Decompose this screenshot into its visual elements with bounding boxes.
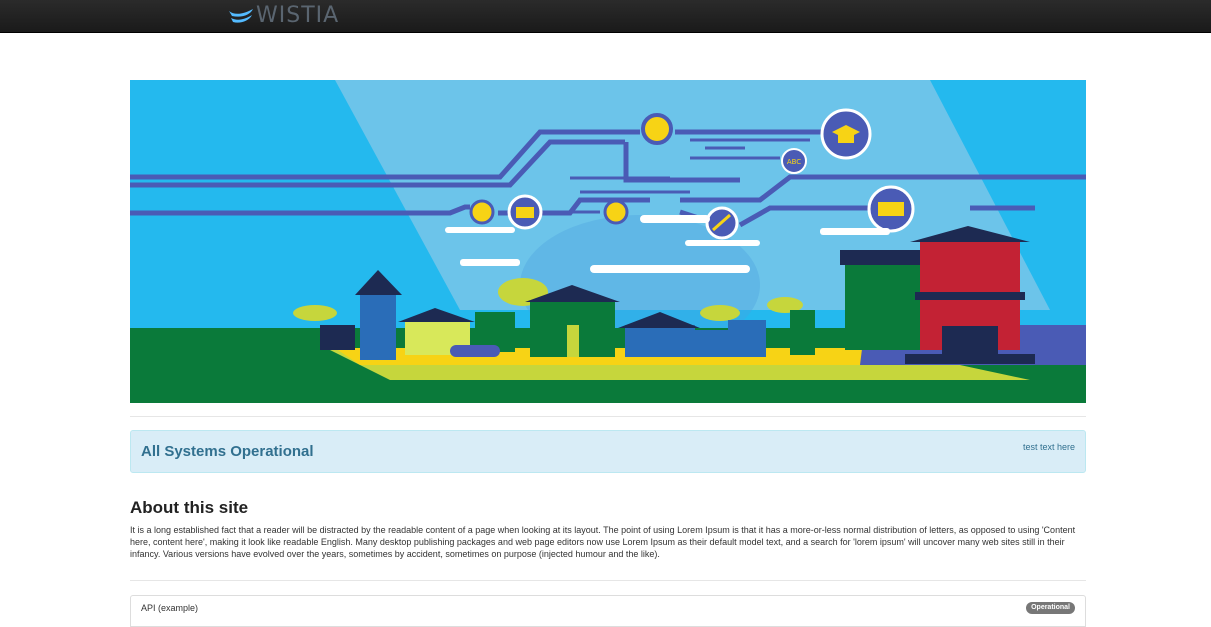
hero-illustration: ABC: [130, 80, 1086, 403]
calculator-icon: [603, 199, 629, 225]
component-name: API (example): [141, 603, 199, 613]
logo-text: WISTIA: [256, 3, 340, 28]
about-body: It is a long established fact that a rea…: [130, 525, 1076, 559]
top-navbar: WISTIA: [0, 0, 1211, 33]
status-banner-link[interactable]: test text here: [1023, 442, 1075, 452]
wistia-logo-icon: [229, 9, 253, 23]
component-row-api: API (example) Operational: [130, 595, 1086, 627]
wistia-logo[interactable]: WISTIA: [228, 4, 339, 28]
status-title: All Systems Operational: [141, 443, 314, 460]
book-icon: [469, 199, 495, 225]
divider: [130, 416, 1086, 417]
status-badge: Operational: [1026, 602, 1075, 614]
divider: [130, 580, 1086, 581]
globe-icon: [641, 113, 673, 145]
svg-text:ABC: ABC: [787, 158, 801, 166]
about-title: About this site: [130, 498, 249, 517]
status-banner: All Systems Operational test text here: [130, 430, 1086, 473]
